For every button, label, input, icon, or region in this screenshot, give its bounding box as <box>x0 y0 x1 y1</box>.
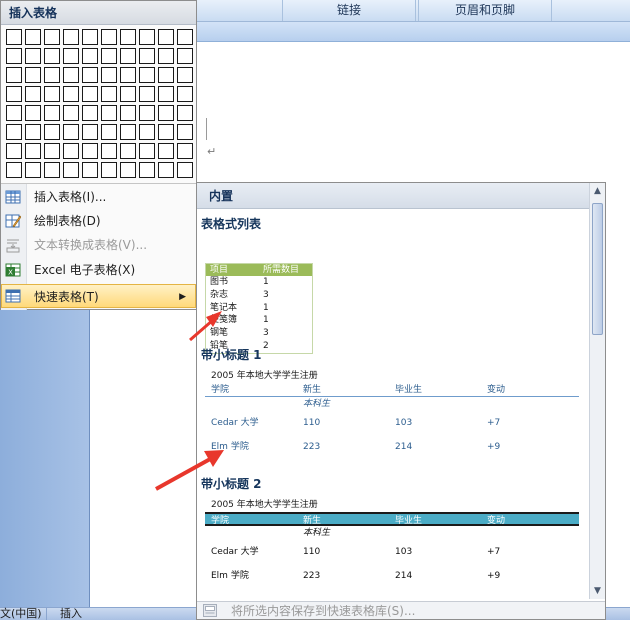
annotation-arrow-icon <box>189 311 222 342</box>
annotation-arrow-icon <box>155 450 224 491</box>
annotation-arrows <box>155 311 224 491</box>
